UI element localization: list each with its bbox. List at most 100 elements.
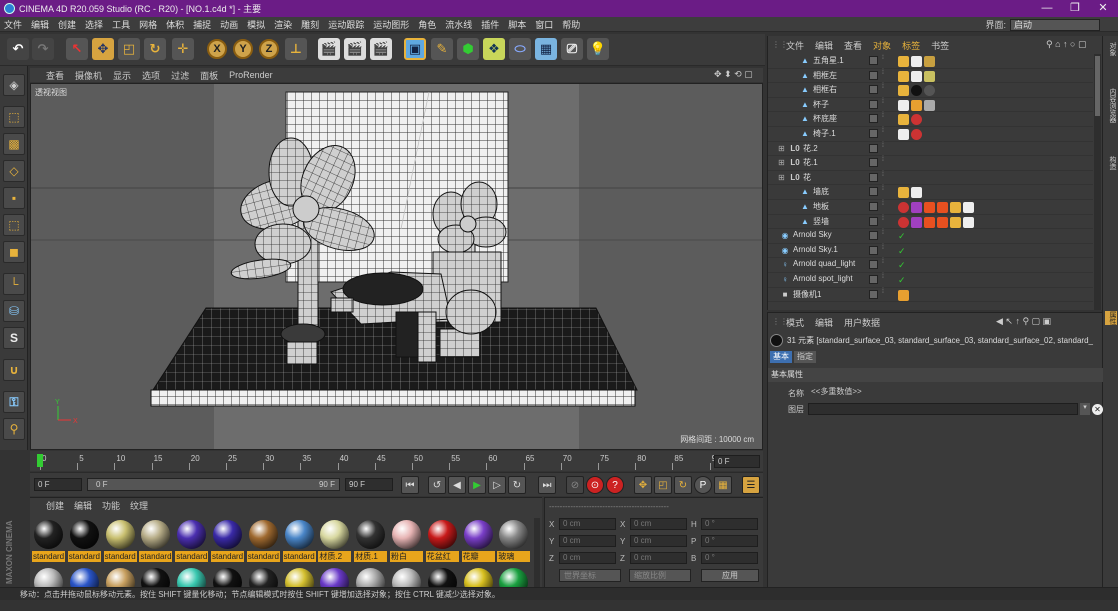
tab-assign[interactable]: 指定: [794, 351, 816, 363]
material-swatch[interactable]: 粉白: [390, 518, 423, 563]
menu-item-11[interactable]: 雕刻: [301, 18, 319, 31]
snap-icon[interactable]: S: [3, 327, 25, 349]
render-view-icon[interactable]: 🎬: [318, 38, 340, 60]
object-name[interactable]: 花.1: [803, 157, 818, 168]
menu-item-19[interactable]: 帮助: [562, 18, 580, 31]
expand-icon[interactable]: ⊞: [778, 173, 785, 182]
cube-primitive-icon[interactable]: ▣: [404, 38, 426, 60]
object-name[interactable]: 五角星.1: [813, 55, 844, 66]
visibility-toggle[interactable]: [869, 231, 878, 241]
menu-item-6[interactable]: 体积: [166, 18, 184, 31]
key-pla-icon[interactable]: ▦: [714, 476, 732, 494]
key-rotation-icon[interactable]: ↻: [674, 476, 692, 494]
viewport-menu-6[interactable]: ProRender: [229, 70, 273, 80]
menu-item-10[interactable]: 渲染: [274, 18, 292, 31]
solo-icon[interactable]: ⚲: [3, 418, 25, 440]
make-editable-icon[interactable]: ◈: [3, 74, 25, 96]
object-row[interactable]: ▲ 五角星.1 ⁞: [768, 54, 1093, 69]
render-dots-icon[interactable]: ⁞: [882, 229, 884, 236]
object-tag-icon[interactable]: [898, 289, 909, 301]
object-menu-0[interactable]: 文件: [786, 39, 804, 52]
object-tag-icon[interactable]: [924, 70, 935, 82]
visibility-toggle[interactable]: [869, 216, 878, 226]
object-name[interactable]: 竖墙: [813, 216, 829, 227]
next-keyframe-icon[interactable]: ↻: [508, 476, 526, 494]
coord-value-field[interactable]: 0 °: [701, 535, 758, 547]
attribute-menu-2[interactable]: 用户数据: [844, 316, 880, 329]
rotate-tool-icon[interactable]: ↻: [144, 38, 166, 60]
render-dots-icon[interactable]: ⁞: [882, 288, 884, 295]
end-frame-field[interactable]: 90 F: [345, 478, 393, 491]
menu-item-2[interactable]: 创建: [58, 18, 76, 31]
object-tag-icon[interactable]: [911, 114, 922, 126]
coordinate-space-dropdown[interactable]: 世界坐标: [559, 569, 621, 582]
layer-field[interactable]: [808, 403, 1078, 415]
multi-tool-icon[interactable]: ✛: [172, 38, 194, 60]
menu-item-9[interactable]: 模拟: [247, 18, 265, 31]
object-tag-icon[interactable]: [911, 216, 922, 228]
object-menu-4[interactable]: 标签: [902, 39, 920, 52]
coord-value-field[interactable]: 0 cm: [630, 535, 687, 547]
menu-item-1[interactable]: 编辑: [31, 18, 49, 31]
move-tool-icon[interactable]: ✥: [92, 38, 114, 60]
object-row[interactable]: ▲ 墙底 ⁞: [768, 185, 1093, 200]
workplane-mode-icon[interactable]: ◇: [3, 160, 25, 182]
render-dots-icon[interactable]: ⁞: [882, 127, 884, 134]
object-name[interactable]: 花.2: [803, 143, 818, 154]
object-row[interactable]: ▲ 杯底座 ⁞: [768, 112, 1093, 127]
visibility-toggle[interactable]: [869, 85, 878, 95]
visibility-toggle[interactable]: [869, 114, 878, 124]
right-tab-2[interactable]: 构造: [1105, 156, 1117, 170]
name-field[interactable]: <<多重数值>>: [808, 387, 1098, 399]
z-axis-lock-icon[interactable]: Z: [259, 39, 279, 59]
edges-mode-icon[interactable]: ⬚: [3, 214, 25, 236]
object-name[interactable]: 相框左: [813, 70, 837, 81]
object-row[interactable]: ▲ 竖墙 ⁞: [768, 215, 1093, 230]
object-row[interactable]: ⊞ L0 花.2 ⁞: [768, 142, 1093, 157]
expand-icon[interactable]: ⊞: [778, 158, 785, 167]
render-dots-icon[interactable]: ⁞: [882, 171, 884, 178]
object-tag-icon[interactable]: [898, 129, 909, 140]
object-name[interactable]: Arnold Sky.1: [793, 245, 838, 254]
close-button[interactable]: ✕: [1089, 0, 1117, 17]
object-tag-icon[interactable]: [898, 56, 909, 67]
polygons-mode-icon[interactable]: ◼: [3, 241, 25, 263]
render-dots-icon[interactable]: ⁞: [882, 200, 884, 207]
viewport-menu-0[interactable]: 查看: [46, 69, 64, 82]
attr-nav-icons[interactable]: ◀ ↖ ↑ ⚲ ▢ ▣: [996, 316, 1051, 327]
object-row[interactable]: ▲ 相框右 ⁞: [768, 83, 1093, 98]
material-swatch[interactable]: standard: [103, 518, 137, 563]
material-swatch[interactable]: 花盆红: [425, 518, 459, 563]
texture-mode-icon[interactable]: ▩: [3, 133, 25, 155]
object-tag-icon[interactable]: [924, 216, 935, 228]
object-name[interactable]: Arnold Sky: [793, 230, 832, 239]
object-menu-1[interactable]: 编辑: [815, 39, 833, 52]
timeline-ruler[interactable]: 051015202530354045505560657075808590 0 F: [30, 451, 763, 471]
menu-item-17[interactable]: 脚本: [508, 18, 526, 31]
viewport-menu-2[interactable]: 显示: [113, 69, 131, 82]
object-menu-2[interactable]: 查看: [844, 39, 862, 52]
object-tag-icon[interactable]: [898, 216, 909, 228]
object-tag-icon[interactable]: [911, 70, 922, 82]
object-row[interactable]: ▲ 地板 ⁞: [768, 200, 1093, 215]
object-tag-icon[interactable]: ✓: [898, 260, 909, 271]
material-menu-2[interactable]: 功能: [102, 499, 120, 512]
coord-value-field[interactable]: 0 cm: [630, 518, 687, 530]
render-settings-icon[interactable]: 🎬: [370, 38, 392, 60]
layer-clear-icon[interactable]: ✕: [1092, 403, 1103, 415]
points-mode-icon[interactable]: ▪: [3, 187, 25, 209]
material-swatch[interactable]: standard: [32, 518, 65, 563]
material-scrollbar[interactable]: [534, 518, 540, 598]
viewport-menu-5[interactable]: 面板: [200, 69, 218, 82]
viewport-menu-1[interactable]: 摄像机: [75, 69, 102, 82]
tab-basic[interactable]: 基本: [770, 351, 792, 363]
render-dots-icon[interactable]: ⁞: [882, 156, 884, 163]
y-axis-lock-icon[interactable]: Y: [233, 39, 253, 59]
object-tag-icon[interactable]: [911, 202, 922, 213]
object-row[interactable]: ▲ 相框左 ⁞: [768, 69, 1093, 84]
object-name[interactable]: 杯底座: [813, 113, 837, 124]
object-tag-icon[interactable]: [937, 216, 948, 228]
visibility-toggle[interactable]: [869, 99, 878, 109]
menu-item-12[interactable]: 运动跟踪: [328, 18, 364, 31]
object-tag-icon[interactable]: [924, 99, 935, 111]
